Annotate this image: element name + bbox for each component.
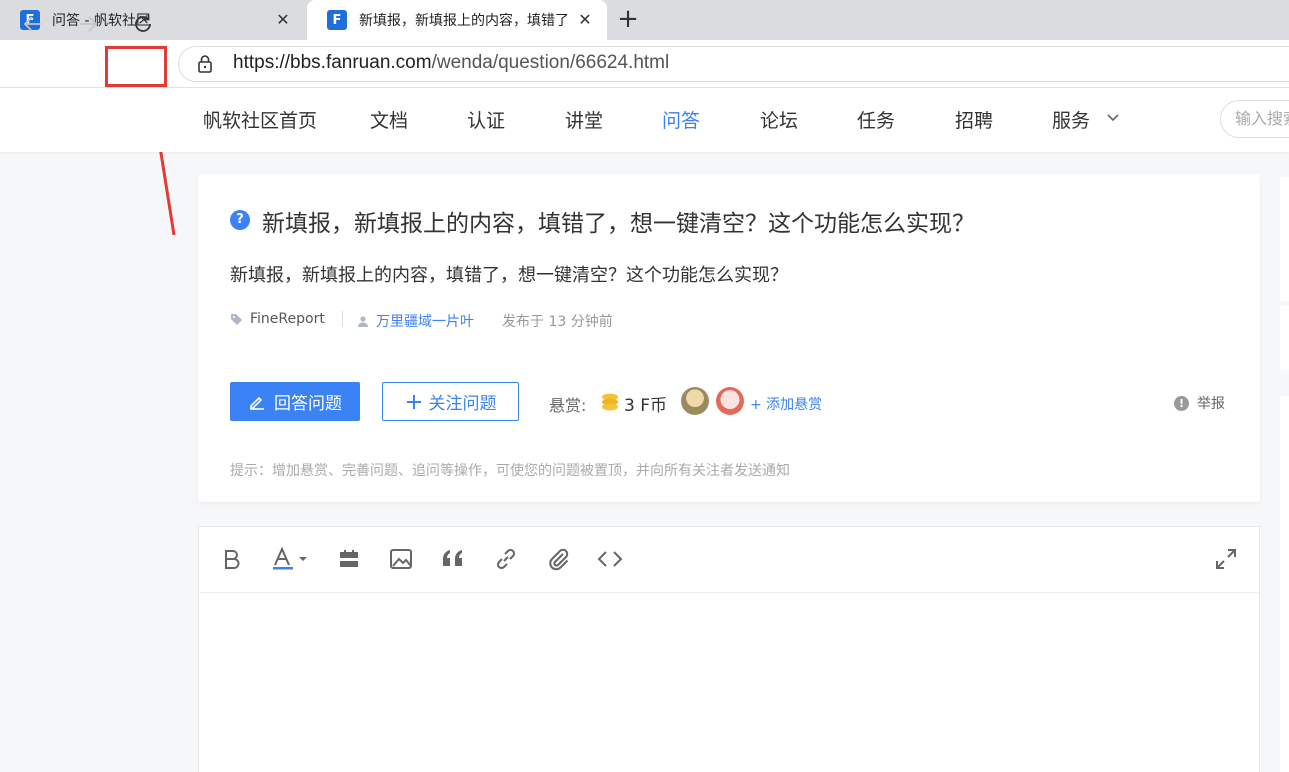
nav-forum[interactable]: 论坛 bbox=[760, 106, 798, 133]
add-bounty-link[interactable]: + 添加悬赏 bbox=[750, 394, 822, 414]
url-text[interactable]: https://bbs.fanruan.com/wenda/question/6… bbox=[233, 52, 669, 74]
new-tab-icon[interactable]: + bbox=[614, 6, 642, 34]
meta-divider bbox=[342, 311, 343, 327]
pencil-icon bbox=[250, 396, 264, 410]
chevron-down-icon[interactable] bbox=[1106, 113, 1120, 123]
follow-button-label: 关注问题 bbox=[428, 394, 497, 414]
search-input[interactable]: 输入搜索 bbox=[1220, 100, 1289, 138]
report-link[interactable]: ! 举报 bbox=[1174, 393, 1225, 413]
refresh-icon bbox=[135, 14, 151, 32]
nav-services[interactable]: 服务 bbox=[1052, 106, 1090, 133]
refresh-button[interactable] bbox=[127, 8, 159, 40]
refresh-highlight-box bbox=[105, 46, 167, 87]
nav-docs[interactable]: 文档 bbox=[370, 106, 408, 133]
plus-icon bbox=[406, 394, 421, 409]
url-path: /wenda/question/66624.html bbox=[431, 52, 670, 73]
bounty-label: 悬赏: bbox=[549, 396, 587, 415]
back-arrow-icon bbox=[23, 16, 41, 32]
nav-lecture[interactable]: 讲堂 bbox=[565, 106, 603, 133]
avatar[interactable] bbox=[716, 387, 744, 415]
author-link[interactable]: 万里疆域一片叶 bbox=[356, 311, 474, 331]
nav-certification[interactable]: 认证 bbox=[467, 106, 505, 133]
answer-button-label: 回答问题 bbox=[274, 394, 342, 414]
nav-tasks[interactable]: 任务 bbox=[857, 106, 895, 133]
question-body: 新填报，新填报上的内容，填错了，想一键清空？这个功能怎么实现？ bbox=[230, 265, 788, 286]
author-name: 万里疆域一片叶 bbox=[376, 314, 474, 330]
question-icon: ? bbox=[230, 210, 250, 230]
follow-question-button[interactable]: 关注问题 bbox=[382, 382, 519, 421]
divider-icon[interactable] bbox=[336, 546, 362, 572]
site-nav bbox=[0, 88, 1289, 152]
sidebar-card bbox=[1280, 396, 1289, 772]
avatar[interactable] bbox=[681, 387, 709, 415]
image-icon[interactable] bbox=[388, 546, 414, 572]
forward-arrow-icon bbox=[80, 16, 98, 32]
fanruan-favicon-icon: F bbox=[327, 10, 347, 30]
back-button[interactable] bbox=[17, 8, 49, 40]
tab-question[interactable]: F 新填报，新填报上的内容，填错了 ✕ bbox=[307, 0, 607, 40]
close-icon[interactable]: ✕ bbox=[575, 10, 595, 30]
bold-icon[interactable] bbox=[219, 546, 245, 572]
link-icon[interactable] bbox=[493, 546, 519, 572]
nav-jobs[interactable]: 招聘 bbox=[955, 106, 993, 133]
bounty-amount: 3 F币 bbox=[624, 396, 667, 416]
nav-home[interactable]: 帆软社区首页 bbox=[203, 106, 317, 133]
nav-qa[interactable]: 问答 bbox=[662, 106, 700, 133]
warning-icon: ! bbox=[1174, 395, 1189, 411]
question-tag[interactable]: FineReport bbox=[230, 311, 325, 327]
posted-time: 发布于 13 分钟前 bbox=[502, 314, 613, 330]
tag-label: FineReport bbox=[250, 311, 325, 327]
sidebar-card bbox=[1280, 177, 1289, 301]
sidebar-card bbox=[1280, 306, 1289, 370]
tip-text: 提示：增加悬赏、完善问题、追问等操作，可使您的问题被置顶，并向所有关注者发送通知 bbox=[230, 463, 790, 479]
url-scheme: https:// bbox=[233, 52, 291, 73]
fullscreen-icon[interactable] bbox=[1213, 546, 1239, 572]
lock-icon[interactable] bbox=[196, 54, 214, 78]
code-icon[interactable] bbox=[597, 546, 623, 572]
question-title: 新填报，新填报上的内容，填错了，想一键清空？这个功能怎么实现？ bbox=[262, 211, 975, 237]
tab-title: 新填报，新填报上的内容，填错了 bbox=[359, 13, 569, 29]
quote-icon[interactable] bbox=[440, 546, 466, 572]
text-color-icon[interactable] bbox=[270, 546, 310, 572]
answer-question-button[interactable]: 回答问题 bbox=[230, 382, 360, 421]
forward-button[interactable] bbox=[72, 8, 104, 40]
user-icon bbox=[358, 316, 368, 327]
coin-icon bbox=[602, 393, 618, 411]
tag-icon bbox=[231, 314, 242, 325]
report-label: 举报 bbox=[1197, 396, 1225, 412]
attachment-icon[interactable] bbox=[545, 546, 571, 572]
url-host: bbs.fanruan.com bbox=[290, 52, 432, 73]
close-icon[interactable]: ✕ bbox=[273, 10, 293, 30]
